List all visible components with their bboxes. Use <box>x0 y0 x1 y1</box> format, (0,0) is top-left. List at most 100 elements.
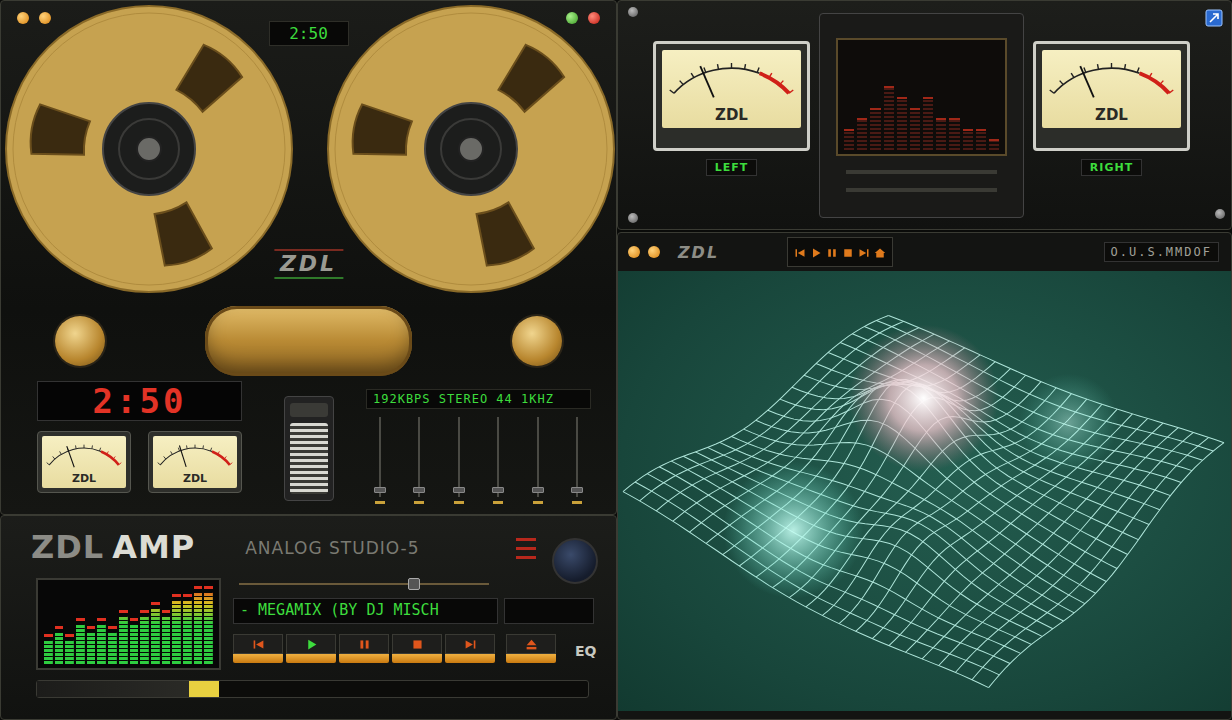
vu-logo: ZDL <box>1095 107 1128 129</box>
left-reel-icon <box>4 4 294 294</box>
slider-knob[interactable] <box>413 487 425 493</box>
spectrum-bar <box>55 632 64 664</box>
analyzer-column <box>857 118 867 150</box>
vu-window: ZDLLEFTZDLRIGHT <box>617 0 1232 230</box>
spectrum-bar <box>130 624 139 664</box>
home-button[interactable] <box>874 240 886 264</box>
vu-needle <box>179 445 186 466</box>
pause-icon <box>826 247 838 259</box>
next-button[interactable] <box>858 240 870 264</box>
slider-track[interactable] <box>374 417 386 497</box>
screw-icon <box>1215 209 1225 219</box>
spectrum-bar <box>97 624 106 664</box>
analyzer-column <box>844 129 854 150</box>
slider-knob[interactable] <box>374 487 386 493</box>
analyzer-column <box>936 118 946 150</box>
slider-track[interactable] <box>413 417 425 497</box>
right-reel-icon <box>326 4 616 294</box>
stop-icon <box>411 638 424 651</box>
vu-needle <box>1080 66 1094 97</box>
slider-track[interactable] <box>532 417 544 497</box>
options-button[interactable] <box>566 12 578 24</box>
stop-button[interactable] <box>842 240 854 264</box>
analyzer-column <box>897 97 907 150</box>
slider-knob[interactable] <box>571 487 583 493</box>
eq-slider[interactable] <box>492 417 504 504</box>
play-button[interactable] <box>286 634 336 663</box>
close-button[interactable] <box>588 12 600 24</box>
slider-knob[interactable] <box>453 487 465 493</box>
window-icon[interactable] <box>1205 9 1223 27</box>
shade-button[interactable] <box>39 12 51 24</box>
volume-slider[interactable] <box>239 578 489 590</box>
spectrum-bar <box>119 616 128 664</box>
tape-deck: 2:50ZDL2:50ZDLZDL192KBPS STEREO 44 1KHZ <box>0 0 617 515</box>
spectrum-bar <box>204 592 213 664</box>
next-button[interactable] <box>445 634 495 663</box>
analyzer-column <box>976 129 986 150</box>
spectrum-bar <box>151 608 160 664</box>
visualizer-logo: ZDL <box>678 243 719 262</box>
eq-button[interactable]: EQ <box>575 643 596 663</box>
slider-track[interactable] <box>571 417 583 497</box>
analyzer-column <box>870 108 880 150</box>
eject-button[interactable] <box>506 634 556 663</box>
balance-control[interactable] <box>284 396 334 501</box>
visualization <box>618 271 1231 711</box>
counter-display: 2:50 <box>269 21 349 46</box>
pause-button[interactable] <box>826 240 838 264</box>
right-knob[interactable] <box>512 316 562 366</box>
time-box <box>504 598 594 624</box>
analyzer-column <box>910 108 920 150</box>
minimize-button[interactable] <box>17 12 29 24</box>
pause-button[interactable] <box>339 634 389 663</box>
spectrum-bar <box>140 616 149 664</box>
spectrum-bar <box>76 624 85 664</box>
left-knob[interactable] <box>55 316 105 366</box>
spectrum-bar <box>65 640 74 664</box>
previous-button[interactable] <box>233 634 283 663</box>
volume-knob[interactable] <box>408 578 420 590</box>
track-title: - MEGAMIX (BY DJ MISCH <box>233 598 498 624</box>
slider-track[interactable] <box>492 417 504 497</box>
slider-knob[interactable] <box>532 487 544 493</box>
play-button[interactable] <box>810 240 822 264</box>
vu-logo: ZDL <box>715 107 748 129</box>
previous-icon <box>252 638 265 651</box>
stop-button[interactable] <box>392 634 442 663</box>
eq-slider[interactable] <box>571 417 583 504</box>
previous-button[interactable] <box>794 240 806 264</box>
spectrum-bar <box>162 616 171 664</box>
screw-icon <box>628 7 638 17</box>
channel-label: LEFT <box>706 159 758 176</box>
vu-meter: ZDL <box>153 436 237 488</box>
eq-slider[interactable] <box>532 417 544 504</box>
home-icon <box>874 247 886 259</box>
eq-slider[interactable] <box>374 417 386 504</box>
pause-icon <box>358 638 371 651</box>
vu-logo: ZDL <box>72 473 96 488</box>
visualizer-controls <box>787 237 893 267</box>
previous-icon <box>794 247 806 259</box>
amp-logo: ZDLAMP <box>31 530 195 565</box>
analyzer-column <box>923 97 933 150</box>
volume-knob[interactable] <box>552 538 598 584</box>
vu-frame: ZDL <box>1033 41 1190 151</box>
vu-meter: ZDL <box>42 436 126 488</box>
vu-needle <box>700 66 714 97</box>
play-icon <box>305 638 318 651</box>
eq-slider[interactable] <box>453 417 465 504</box>
vu-frame: ZDL <box>653 41 810 151</box>
head-cover <box>205 306 412 376</box>
analyzer-slider[interactable] <box>846 170 997 174</box>
eq-slider[interactable] <box>413 417 425 504</box>
slider-track[interactable] <box>453 417 465 497</box>
next-icon <box>858 247 870 259</box>
spectrum-bar <box>194 592 203 664</box>
vu-frame: ZDL <box>148 431 242 493</box>
vu-logo: ZDL <box>183 473 207 488</box>
slider-knob[interactable] <box>492 487 504 493</box>
seek-bar[interactable] <box>36 680 589 698</box>
stream-info: 192KBPS STEREO 44 1KHZ <box>366 389 591 409</box>
analyzer-slider[interactable] <box>846 188 997 192</box>
